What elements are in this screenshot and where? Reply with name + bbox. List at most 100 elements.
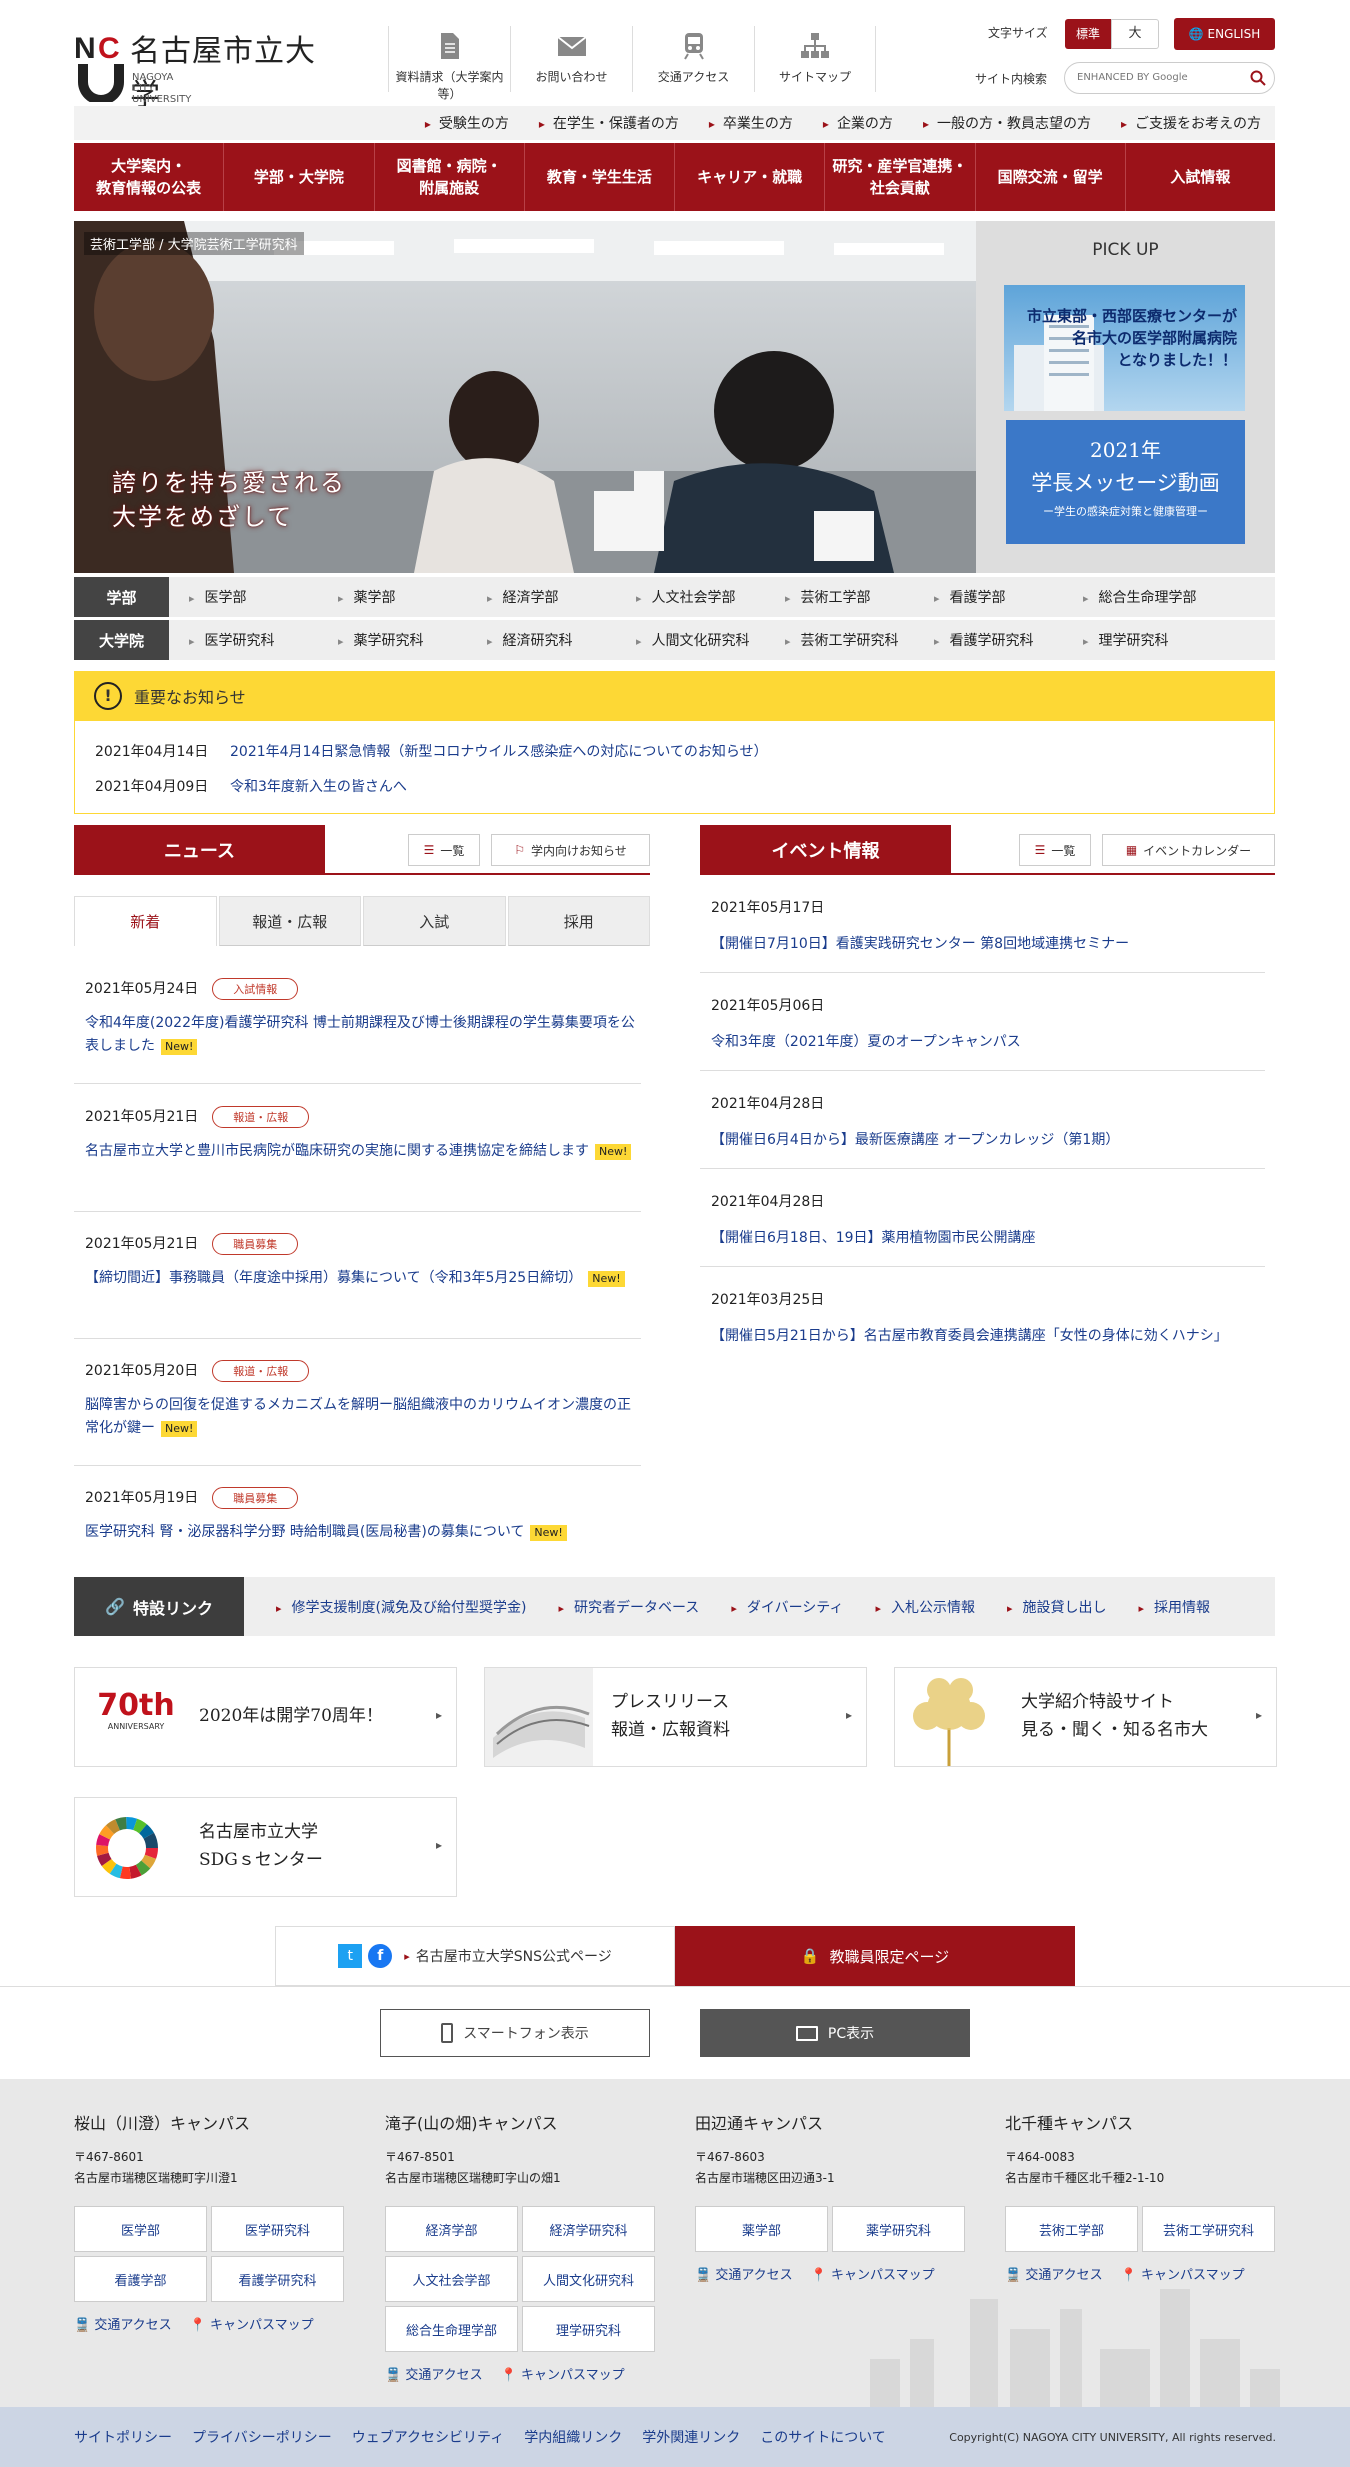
university-intro-banner[interactable]: 大学紹介特設サイト 見る・聞く・知る名市大 ▸ [894,1667,1277,1767]
special-link[interactable]: 施設貸し出し [1007,1597,1107,1617]
campus-faculty-button[interactable]: 芸術工学研究科 [1142,2206,1275,2252]
internal-notice-button[interactable]: ⚐ 学内向けお知らせ [491,834,650,866]
audience-nav-item[interactable]: 企業の方 [823,113,893,133]
campus-faculty-button[interactable]: 人間文化研究科 [522,2256,655,2302]
campus-faculty-button[interactable]: 理学研究科 [522,2306,655,2352]
notice-link[interactable]: 令和3年度新入生の皆さんへ [230,779,407,795]
news-link[interactable]: 医学研究科 腎・泌尿器科学分野 時給制職員(医局秘書)の募集について New! [85,1521,641,1544]
news-link[interactable]: 【締切間近】事務職員（年度途中採用）募集について（令和3年5月25日締切） New… [85,1267,641,1290]
grad-school-link[interactable]: 看護学研究科 [914,630,1063,650]
contact-link[interactable]: お問い合わせ [510,26,632,92]
faculty-link[interactable]: 総合生命理学部 [1063,587,1212,607]
pickup-hospital-banner[interactable]: 市立東部・西部医療センターが 名市大の医学部附属病院 となりました！！ [1004,285,1245,411]
footer-link[interactable]: 学外関連リンク [642,2427,740,2447]
event-link[interactable]: 【開催日7月10日】看護実践研究センター 第8回地域連携セミナー [711,933,1265,953]
grad-school-link[interactable]: 理学研究科 [1063,630,1212,650]
anniversary-banner[interactable]: 70th ANNIVERSARY 2020年は開学70周年！ ▸ [74,1667,457,1767]
access-link[interactable]: 交通アクセス [632,26,754,92]
grad-school-link[interactable]: 経済研究科 [467,630,616,650]
footer-link[interactable]: 学内組織リンク [524,2427,622,2447]
grad-school-link[interactable]: 芸術工学研究科 [765,630,914,650]
staff-only-page-button[interactable]: 🔒 教職員限定ページ [675,1926,1075,1986]
site-logo[interactable]: N C 名古屋市立大学 NAGOYA CITY UNIVERSITY [74,26,344,113]
news-link[interactable]: 脳障害からの回復を促進するメカニズムを解明ー脳組織液中のカリウムイオン濃度の正常… [85,1394,641,1440]
notice-link[interactable]: 2021年4月14日緊急情報（新型コロナウイルス感染症への対応についてのお知らせ… [230,744,768,760]
news-list-button[interactable]: ☰ 一覧 [408,834,480,866]
campus-access-link[interactable]: 🚆 交通アクセス [74,2314,172,2333]
campus-map-link[interactable]: 📍 キャンパスマップ [501,2364,625,2383]
campus-map-link[interactable]: 📍 キャンパスマップ [811,2264,935,2283]
global-nav-item[interactable]: 大学案内・ 教育情報の公表 [74,143,225,211]
press-release-banner[interactable]: プレスリリース 報道・広報資料 ▸ [484,1667,867,1767]
event-link[interactable]: 【開催日6月18日、19日】薬用植物園市民公開講座 [711,1227,1265,1247]
font-size-large-button[interactable]: 大 [1111,19,1159,49]
campus-faculty-button[interactable]: 経済学研究科 [522,2206,655,2252]
audience-nav-item[interactable]: 受験生の方 [425,113,509,133]
special-link[interactable]: 入札公示情報 [875,1597,975,1617]
footer-link[interactable]: サイトポリシー [74,2427,172,2447]
grad-school-link[interactable]: 人間文化研究科 [616,630,765,650]
faculty-link[interactable]: 看護学部 [914,587,1063,607]
sdgs-center-banner[interactable]: 名古屋市立大学 SDGｓセンター ▸ [74,1797,457,1897]
grad-school-link[interactable]: 医学研究科 [169,630,318,650]
campus-map-link[interactable]: 📍 キャンパスマップ [1121,2264,1245,2283]
audience-nav-item[interactable]: 一般の方・教員志望の方 [923,113,1091,133]
global-nav-item[interactable]: 学部・大学院 [224,143,375,211]
tab-press[interactable]: 報道・広報 [218,896,361,946]
global-nav-item[interactable]: キャリア・就職 [675,143,826,211]
tab-new[interactable]: 新着 [74,896,217,946]
pc-view-button[interactable]: PC表示 [700,2009,970,2057]
footer-link[interactable]: プライバシーポリシー [192,2427,332,2447]
sns-official-pages-link[interactable]: t f ▸ 名古屋市立大学SNS公式ページ [275,1926,675,1986]
campus-faculty-button[interactable]: 総合生命理学部 [385,2306,518,2352]
special-link[interactable]: ダイバーシティ [731,1597,844,1617]
audience-nav-item[interactable]: 卒業生の方 [709,113,793,133]
search-input[interactable]: ENHANCED BY Google [1064,62,1275,94]
special-link[interactable]: 採用情報 [1139,1597,1210,1617]
campus-access-link[interactable]: 🚆 交通アクセス [385,2364,483,2383]
campus-faculty-button[interactable]: 薬学研究科 [832,2206,965,2252]
smartphone-view-button[interactable]: スマートフォン表示 [380,2009,650,2057]
request-materials-link[interactable]: 資料請求（大学案内等） [388,26,510,101]
english-site-button[interactable]: 🌐 ENGLISH [1174,18,1275,50]
faculty-link[interactable]: 芸術工学部 [765,587,914,607]
campus-faculty-button[interactable]: 医学部 [74,2206,207,2252]
faculty-link[interactable]: 医学部 [169,587,318,607]
campus-access-link[interactable]: 🚆 交通アクセス [1005,2264,1103,2283]
campus-faculty-button[interactable]: 経済学部 [385,2206,518,2252]
campus-faculty-button[interactable]: 看護学部 [74,2256,207,2302]
campus-faculty-button[interactable]: 薬学部 [695,2206,828,2252]
faculty-link[interactable]: 経済学部 [467,587,616,607]
audience-nav-item[interactable]: ご支援をお考えの方 [1121,113,1261,133]
special-link[interactable]: 修学支援制度(減免及び給付型奨学金) [276,1597,527,1617]
pickup-president-message-banner[interactable]: 2021年 学長メッセージ動画 ー学生の感染症対策と健康管理ー [1006,420,1245,544]
special-link[interactable]: 研究者データベース [558,1597,699,1617]
campus-faculty-button[interactable]: 医学研究科 [211,2206,344,2252]
event-link[interactable]: 【開催日6月4日から】最新医療講座 オープンカレッジ（第1期） [711,1129,1265,1149]
global-nav-item[interactable]: 入試情報 [1126,143,1275,211]
sitemap-link[interactable]: サイトマップ [754,26,876,92]
audience-nav-item[interactable]: 在学生・保護者の方 [539,113,679,133]
events-list-button[interactable]: ☰ 一覧 [1019,834,1091,866]
campus-faculty-button[interactable]: 芸術工学部 [1005,2206,1138,2252]
faculty-link[interactable]: 人文社会学部 [616,587,765,607]
global-nav-item[interactable]: 図書館・病院・ 附属施設 [375,143,525,211]
event-calendar-button[interactable]: ▦ イベントカレンダー [1102,834,1275,866]
global-nav-item[interactable]: 国際交流・留学 [976,143,1126,211]
campus-map-link[interactable]: 📍 キャンパスマップ [190,2314,314,2333]
tab-recruitment[interactable]: 採用 [507,896,650,946]
global-nav-item[interactable]: 教育・学生生活 [525,143,675,211]
grad-school-link[interactable]: 薬学研究科 [318,630,467,650]
campus-faculty-button[interactable]: 人文社会学部 [385,2256,518,2302]
news-link[interactable]: 令和4年度(2022年度)看護学研究科 博士前期課程及び博士後期課程の学生募集要… [85,1012,641,1058]
font-size-standard-button[interactable]: 標準 [1065,19,1111,49]
event-link[interactable]: 令和3年度（2021年度）夏のオープンキャンパス [711,1031,1265,1051]
footer-link[interactable]: このサイトについて [760,2427,886,2447]
tab-admission[interactable]: 入試 [363,896,506,946]
footer-link[interactable]: ウェブアクセシビリティ [352,2427,504,2447]
campus-access-link[interactable]: 🚆 交通アクセス [695,2264,793,2283]
global-nav-item[interactable]: 研究・産学官連携・ 社会貢献 [825,143,976,211]
news-link[interactable]: 名古屋市立大学と豊川市民病院が臨床研究の実施に関する連携協定を締結します New! [85,1140,641,1163]
search-icon[interactable] [1250,70,1266,86]
event-link[interactable]: 【開催日5月21日から】名古屋市教育委員会連携講座「女性の身体に効くハナシ」 [711,1325,1265,1345]
